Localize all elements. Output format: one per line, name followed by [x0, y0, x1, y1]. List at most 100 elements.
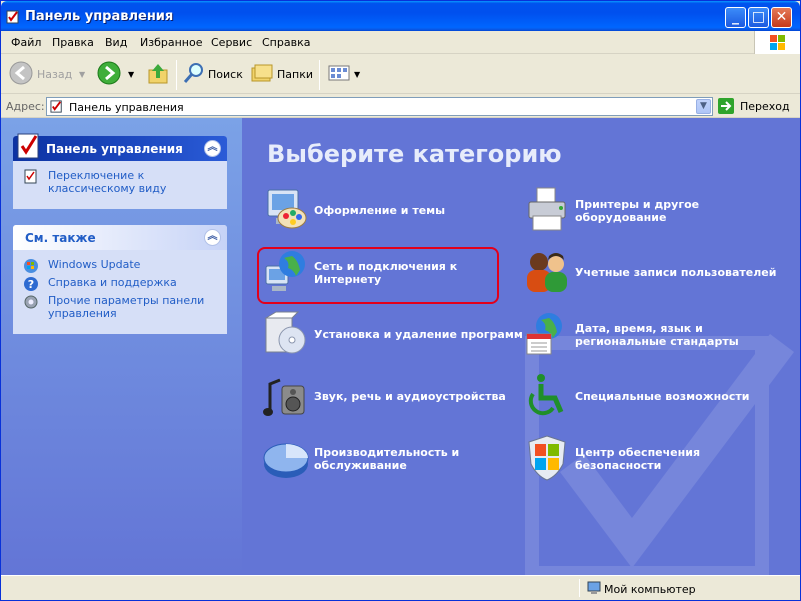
my-computer-icon: [587, 581, 601, 594]
menu-help[interactable]: Справка: [262, 36, 310, 49]
menu-tools[interactable]: Сервис: [211, 36, 252, 49]
address-label: Адрес:: [6, 100, 45, 113]
menu-file[interactable]: Файл: [11, 36, 41, 49]
toolbar-separator: [176, 60, 177, 90]
category-label[interactable]: Звук, речь и аудиоустройства: [314, 390, 534, 403]
folders-label[interactable]: Папки: [277, 68, 313, 81]
address-bar: Адрес: Панель управления ▼ Переход: [1, 95, 800, 118]
appearance-icon: [267, 189, 307, 229]
category-user-accounts[interactable]: Учетные записи пользователей: [523, 248, 783, 298]
add-remove-programs-icon: [264, 311, 306, 354]
forward-dropdown-icon[interactable]: ▼: [128, 70, 134, 79]
switch-classic-view-label[interactable]: Переключение к классическому виду: [48, 169, 166, 195]
category-sound[interactable]: Звук, речь и аудиоустройства: [262, 372, 522, 422]
go-button[interactable]: Переход: [740, 100, 790, 113]
date-time-icon: [526, 313, 562, 355]
address-field[interactable]: Панель управления ▼: [46, 97, 713, 116]
svg-text:?: ?: [28, 278, 34, 291]
category-accessibility[interactable]: Специальные возможности: [523, 372, 763, 422]
status-bar: Мой компьютер: [1, 575, 800, 600]
search-label[interactable]: Поиск: [208, 68, 243, 81]
category-label[interactable]: Принтеры и другое оборудование: [575, 198, 765, 224]
performance-icon: [263, 443, 309, 478]
panel-header[interactable]: Панель управления ︽: [13, 133, 227, 161]
status-separator: [579, 579, 580, 597]
up-folder-icon: [148, 64, 168, 84]
back-arrow-icon: [9, 61, 33, 85]
minimize-icon: _: [732, 9, 739, 25]
category-label[interactable]: Учетные записи пользователей: [575, 266, 795, 279]
up-folder-button[interactable]: [146, 61, 170, 89]
title-bar[interactable]: Панель управления _ □ ✕: [1, 1, 800, 31]
maximize-button[interactable]: □: [748, 7, 769, 28]
search-button[interactable]: [182, 61, 206, 89]
accessibility-icon: [528, 374, 564, 416]
other-options-label[interactable]: Прочие параметры панели управления: [48, 294, 204, 320]
category-add-remove-programs[interactable]: Установка и удаление программ: [262, 310, 523, 360]
user-accounts-icon: [527, 253, 567, 292]
control-panel-icon: [17, 133, 39, 159]
category-label[interactable]: Установка и удаление программ: [314, 328, 534, 341]
forward-arrow-icon: [97, 61, 121, 85]
category-printers[interactable]: Принтеры и другое оборудование: [523, 186, 763, 236]
windows-flag-icon: [770, 35, 785, 50]
category-appearance[interactable]: Оформление и темы: [262, 186, 502, 236]
panel-body: Переключение к классическому виду: [13, 161, 227, 209]
category-label[interactable]: Специальные возможности: [575, 390, 775, 403]
category-security-center[interactable]: Центр обеспечения безопасности: [523, 434, 763, 484]
other-options-link[interactable]: Прочие параметры панели управления: [23, 294, 217, 320]
windows-logo: [754, 31, 800, 54]
views-button[interactable]: [327, 61, 351, 89]
windows-update-label[interactable]: Windows Update: [48, 258, 140, 271]
minimize-button[interactable]: _: [725, 7, 746, 28]
menu-view[interactable]: Вид: [105, 36, 127, 49]
page-title: Выберите категорию: [267, 140, 562, 168]
back-label[interactable]: Назад: [37, 68, 72, 81]
sound-icon: [263, 378, 305, 416]
status-text: Мой компьютер: [604, 583, 696, 596]
category-network[interactable]: Сеть и подключения к Интернету: [262, 248, 502, 298]
switch-classic-view-link[interactable]: Переключение к классическому виду: [23, 169, 217, 195]
back-button[interactable]: [9, 61, 33, 89]
control-panel-icon: [50, 100, 62, 113]
window-title: Панель управления: [25, 9, 174, 24]
views-icon: [328, 65, 350, 81]
panel-header[interactable]: См. также ︽: [13, 225, 227, 250]
collapse-chevron-icon[interactable]: ︽: [204, 229, 221, 246]
gear-icon: [24, 295, 38, 309]
control-panel-icon: [6, 10, 19, 24]
folders-icon: [251, 64, 273, 82]
address-value: Панель управления: [69, 101, 184, 114]
folders-button[interactable]: [250, 61, 274, 89]
classic-view-icon: [24, 169, 37, 184]
collapse-chevron-icon[interactable]: ︽: [204, 140, 221, 157]
printers-icon: [528, 187, 566, 231]
address-dropdown-icon[interactable]: ▼: [696, 99, 711, 114]
menu-bar: Файл Правка Вид Избранное Сервис Справка: [1, 31, 800, 54]
network-icon: [265, 251, 305, 291]
windows-update-link[interactable]: Windows Update: [23, 258, 217, 273]
panel-body: Windows Update ? Справка и поддержка Про…: [13, 250, 227, 334]
views-dropdown-icon[interactable]: ▼: [354, 70, 360, 79]
category-label[interactable]: Центр обеспечения безопасности: [575, 446, 765, 472]
forward-button[interactable]: [97, 61, 121, 89]
help-support-label[interactable]: Справка и поддержка: [48, 276, 177, 289]
security-center-icon: [528, 435, 566, 481]
go-arrow-icon[interactable]: [718, 98, 734, 114]
help-icon: ?: [24, 277, 38, 291]
category-performance[interactable]: Производительность и обслуживание: [262, 434, 502, 484]
category-date-time[interactable]: Дата, время, язык и региональные стандар…: [523, 310, 763, 360]
control-panel-window: Панель управления _ □ ✕ Файл Правка Вид …: [0, 0, 801, 601]
menu-favorites[interactable]: Избранное: [140, 36, 202, 49]
windows-update-icon: [24, 259, 38, 273]
panel-title: Панель управления: [46, 142, 183, 156]
maximize-icon: □: [751, 9, 766, 25]
back-dropdown-icon[interactable]: ▼: [79, 70, 85, 79]
category-label[interactable]: Дата, время, язык и региональные стандар…: [575, 322, 765, 348]
help-support-link[interactable]: ? Справка и поддержка: [23, 276, 217, 291]
close-button[interactable]: ✕: [771, 7, 792, 28]
category-label[interactable]: Производительность и обслуживание: [314, 446, 504, 472]
menu-edit[interactable]: Правка: [52, 36, 94, 49]
category-label[interactable]: Сеть и подключения к Интернету: [314, 260, 504, 286]
category-label[interactable]: Оформление и темы: [314, 204, 504, 217]
